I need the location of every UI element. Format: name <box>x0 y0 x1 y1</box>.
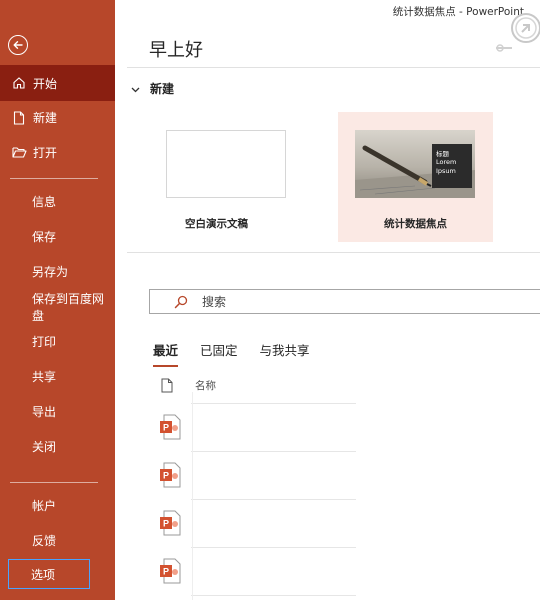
home-icon <box>11 75 27 91</box>
file-row[interactable]: P <box>149 403 459 451</box>
sidebar-item-label: 信息 <box>32 195 57 209</box>
search-input[interactable]: 搜索 <box>149 289 540 314</box>
section-divider <box>127 252 540 253</box>
icon-column-divider <box>192 392 193 600</box>
sidebar-item-new[interactable]: 新建 <box>0 100 115 135</box>
template-label: 空白演示文稿 <box>185 218 248 230</box>
sidebar-item-label: 保存到百度网盘 <box>32 291 105 323</box>
svg-text:P: P <box>163 567 169 577</box>
sidebar-item-label: 打开 <box>33 146 58 160</box>
sidebar-item-export[interactable]: 导出 <box>0 394 115 429</box>
sidebar-item-label: 导出 <box>32 405 57 419</box>
name-column-header[interactable]: 名称 <box>195 378 216 393</box>
sidebar-item-feedback[interactable]: 反馈 <box>0 523 115 558</box>
sidebar-item-label: 选项 <box>31 567 56 582</box>
back-arrow-circle-icon[interactable] <box>8 35 28 55</box>
backstage-main: 统计数据焦点 - PowerPoint 早上好 新建 空白演示文稿 标题 Lor… <box>115 0 540 600</box>
sidebar-item-share[interactable]: 共享 <box>0 359 115 394</box>
sidebar-item-save-as[interactable]: 另存为 <box>0 254 115 289</box>
sidebar-item-label: 打印 <box>32 335 57 349</box>
sidebar-item-label: 开始 <box>33 76 58 91</box>
search-placeholder: 搜索 <box>202 295 227 309</box>
template-label: 统计数据焦点 <box>384 218 447 230</box>
powerpoint-file-icon: P <box>160 414 181 440</box>
sidebar-item-label: 另存为 <box>32 265 69 279</box>
folder-open-icon <box>11 145 27 161</box>
section-title: 新建 <box>150 82 175 96</box>
sidebar-item-label: 共享 <box>32 370 57 384</box>
powerpoint-file-icon: P <box>160 510 181 536</box>
file-tabs: 最近 已固定 与我共享 <box>153 340 332 367</box>
sidebar-item-account[interactable]: 帐户 <box>0 488 115 523</box>
file-list-header: 名称 <box>149 378 449 393</box>
sidebar-item-home[interactable]: 开始 <box>0 65 115 101</box>
new-document-icon <box>11 110 27 126</box>
tab-recent[interactable]: 最近 <box>153 340 179 367</box>
powerpoint-file-icon: P <box>160 558 181 584</box>
sidebar-item-label: 保存 <box>32 230 57 244</box>
sidebar-divider <box>10 482 98 483</box>
sidebar-item-label: 新建 <box>33 111 58 125</box>
file-row[interactable]: P <box>149 547 459 595</box>
sidebar-item-open[interactable]: 打开 <box>0 135 115 170</box>
svg-text:P: P <box>163 519 169 529</box>
sidebar-item-save-to-baidu[interactable]: 保存到百度网盘 <box>0 289 115 324</box>
powerpoint-file-icon: P <box>160 462 181 488</box>
backstage-sidebar: 开始 新建 打开 信息 保存 另存为 保存到百度网盘 打印 共享 导出 关闭 帐… <box>0 0 115 600</box>
file-icon <box>161 378 173 393</box>
sidebar-divider <box>10 178 98 179</box>
row-divider <box>191 595 356 596</box>
template-statistics-focus[interactable]: 标题 Lorem Ipsum 统计数据焦点 <box>338 112 493 242</box>
sidebar-item-save[interactable]: 保存 <box>0 219 115 254</box>
new-section-toggle[interactable]: 新建 <box>131 80 174 97</box>
header-divider <box>127 67 540 68</box>
thumbnail-title-box: 标题 Lorem Ipsum <box>432 144 472 188</box>
file-row[interactable]: P <box>149 451 459 499</box>
svg-text:P: P <box>163 423 169 433</box>
search-icon <box>174 295 188 309</box>
template-thumbnail <box>166 130 286 198</box>
decorative-circuit-icon <box>496 13 540 52</box>
sidebar-item-label: 关闭 <box>32 440 57 454</box>
tab-pinned[interactable]: 已固定 <box>200 340 238 367</box>
tab-shared-with-me[interactable]: 与我共享 <box>260 340 310 367</box>
template-blank-presentation[interactable]: 空白演示文稿 <box>139 112 294 242</box>
sidebar-item-print[interactable]: 打印 <box>0 324 115 359</box>
page-title: 早上好 <box>149 40 203 61</box>
template-thumbnail: 标题 Lorem Ipsum <box>355 130 475 198</box>
sidebar-item-label: 帐户 <box>32 499 57 513</box>
sidebar-item-info[interactable]: 信息 <box>0 184 115 219</box>
chevron-down-icon <box>131 82 140 96</box>
sidebar-item-label: 反馈 <box>32 534 57 548</box>
file-row[interactable]: P <box>149 499 459 547</box>
sidebar-item-options[interactable]: 选项 <box>8 559 90 589</box>
sidebar-item-close[interactable]: 关闭 <box>0 429 115 464</box>
svg-text:P: P <box>163 471 169 481</box>
